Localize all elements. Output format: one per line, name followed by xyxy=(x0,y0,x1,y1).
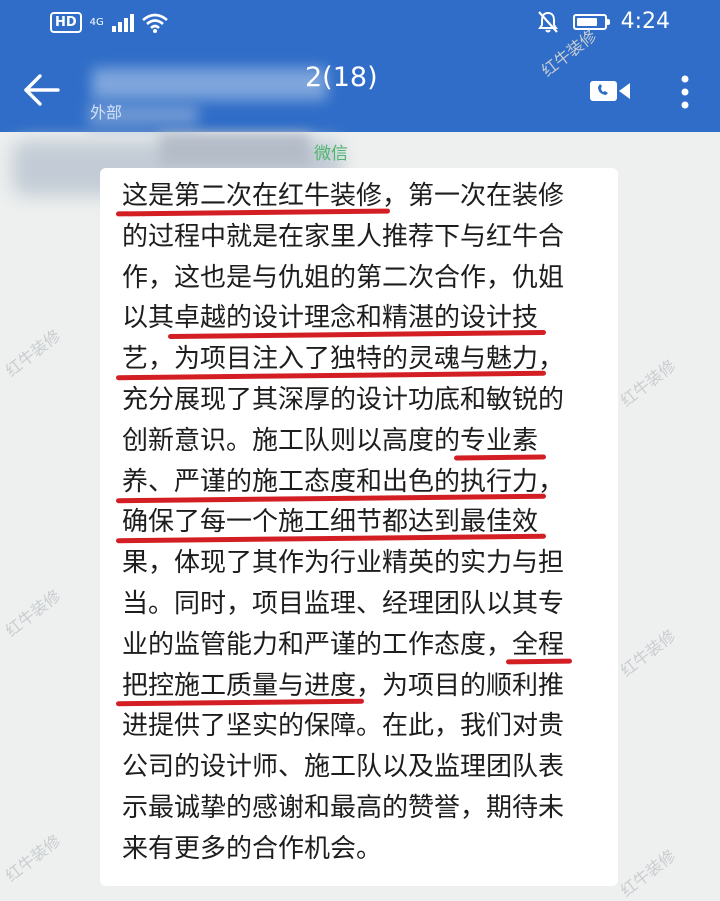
watermark: 红牛装修 xyxy=(616,625,680,681)
hd-icon: HD xyxy=(50,12,82,33)
message-line: 果，体现了其作为行业精英的实力与担 xyxy=(122,543,564,584)
mute-bell-icon xyxy=(537,10,558,33)
blurred-sender-name xyxy=(160,134,310,166)
underlined-highlight: 全程 xyxy=(512,629,565,660)
watermark: 红牛装修 xyxy=(1,830,65,886)
message-line: 进提供了坚实的保障。在此，我们对贵 xyxy=(122,706,564,747)
underlined-highlight: 艺，为项目注入了独特的灵魂与魅力 xyxy=(122,344,539,375)
message-line: 来有更多的合作机会。 xyxy=(122,829,564,870)
message-segment: 进提供了坚实的保障。在此，我们对贵 xyxy=(122,711,565,742)
message-line: 艺，为项目注入了独特的灵魂与魅力， xyxy=(122,339,564,380)
underlined-highlight: 专业素 xyxy=(460,425,539,456)
watermark: 红牛装修 xyxy=(616,355,680,411)
more-vertical-icon[interactable] xyxy=(678,74,692,110)
message-segment: 业的监管能力和严谨的工作态度， xyxy=(122,629,513,660)
message-line: 把控施工质量与进度，为项目的顺利推 xyxy=(122,666,564,707)
message-line: 确保了每一个施工细节都达到最佳效 xyxy=(122,502,564,543)
watermark: 红牛装修 xyxy=(616,845,680,901)
message-line: 充分展现了其深厚的设计功底和敏锐的 xyxy=(122,380,564,421)
message-line: 以其卓越的设计理念和精湛的设计技 xyxy=(122,298,564,339)
message-bubble[interactable]: 这是第二次在红牛装修，第一次在装修的过程中就是在家里人推荐下与红牛合 作，这也是与… xyxy=(100,168,618,886)
status-time: 4:24 xyxy=(620,9,670,34)
message-segment: 以其 xyxy=(122,303,175,334)
message-segment: 果，体现了其作为行业精英的实力与担 xyxy=(122,548,565,579)
signal-icon xyxy=(111,13,134,32)
blurred-chat-name xyxy=(92,68,327,100)
chat-subtitle: 外部 xyxy=(90,103,123,122)
message-line: 公司的设计师、施工队以及监理团队表 xyxy=(122,747,564,788)
sender-source-tag: 微信 xyxy=(314,144,348,164)
underlined-highlight: 这是第二次在红牛装修 xyxy=(122,181,383,211)
video-call-icon[interactable] xyxy=(588,76,632,106)
message-segment: 充分展现了其深厚的设计功底和敏锐的 xyxy=(122,384,565,415)
message-line: 示最诚挚的感谢和最高的赞誉，期待未 xyxy=(122,788,564,829)
message-line: 的过程中就是在家里人推荐下与红牛合 xyxy=(122,217,564,258)
message-segment: 当。同时，项目监理、经理团队以其专 xyxy=(122,588,565,619)
status-right: 4:24 xyxy=(537,9,670,34)
message-text: 这是第二次在红牛装修，第一次在装修的过程中就是在家里人推荐下与红牛合 作，这也是与… xyxy=(122,176,564,870)
network-type: 4G xyxy=(89,16,104,28)
watermark: 红牛装修 xyxy=(1,585,65,641)
underlined-highlight: 把控施工质量与进度 xyxy=(122,670,357,701)
underlined-highlight: 确保了每一个施工细节都达到最佳效 xyxy=(122,507,539,538)
message-line: 创新意识。施工队则以高度的专业素 xyxy=(122,421,564,462)
message-segment: 公司的设计师、施工队以及监理团队表 xyxy=(122,752,565,783)
chat-title-member-count[interactable]: 2(18) xyxy=(305,62,378,93)
message-line: 业的监管能力和严谨的工作态度，全程 xyxy=(122,625,564,666)
message-line: 作，这也是与仇姐的第二次合作，仇姐 xyxy=(122,258,564,299)
watermark: 红牛装修 xyxy=(1,325,65,381)
message-segment: 示最诚挚的感谢和最高的赞誉，期待未 xyxy=(122,792,565,823)
message-segment: ，为项目的顺利推 xyxy=(356,670,565,701)
message-segment: ， xyxy=(538,466,565,497)
message-segment: 作，这也是与仇姐的第二次合作，仇姐 xyxy=(122,262,565,293)
message-segment: 创新意识。施工队则以高度的 xyxy=(122,425,461,456)
underlined-highlight: 卓越的设计理念和精湛的设计技 xyxy=(174,303,539,334)
back-arrow-icon[interactable] xyxy=(20,70,64,110)
status-bar: HD 4G 4:24 xyxy=(0,0,720,48)
wifi-icon xyxy=(141,13,168,33)
chat-header: 外部 2(18) xyxy=(0,48,720,132)
message-segment: 来有更多的合作机会。 xyxy=(122,833,383,864)
message-line: 这是第二次在红牛装修，第一次在装修 xyxy=(122,176,564,217)
message-segment: ，第一次在装修 xyxy=(382,181,565,211)
status-left: HD 4G xyxy=(50,12,168,33)
message-segment: 的过程中就是在家里人推荐下与红牛合 xyxy=(122,221,565,252)
message-line: 养、严谨的施工态度和出色的执行力， xyxy=(122,462,564,503)
underlined-highlight: 养、严谨的施工态度和出色的执行力 xyxy=(122,466,539,497)
message-segment: ， xyxy=(538,344,565,375)
message-line: 当。同时，项目监理、经理团队以其专 xyxy=(122,584,564,625)
